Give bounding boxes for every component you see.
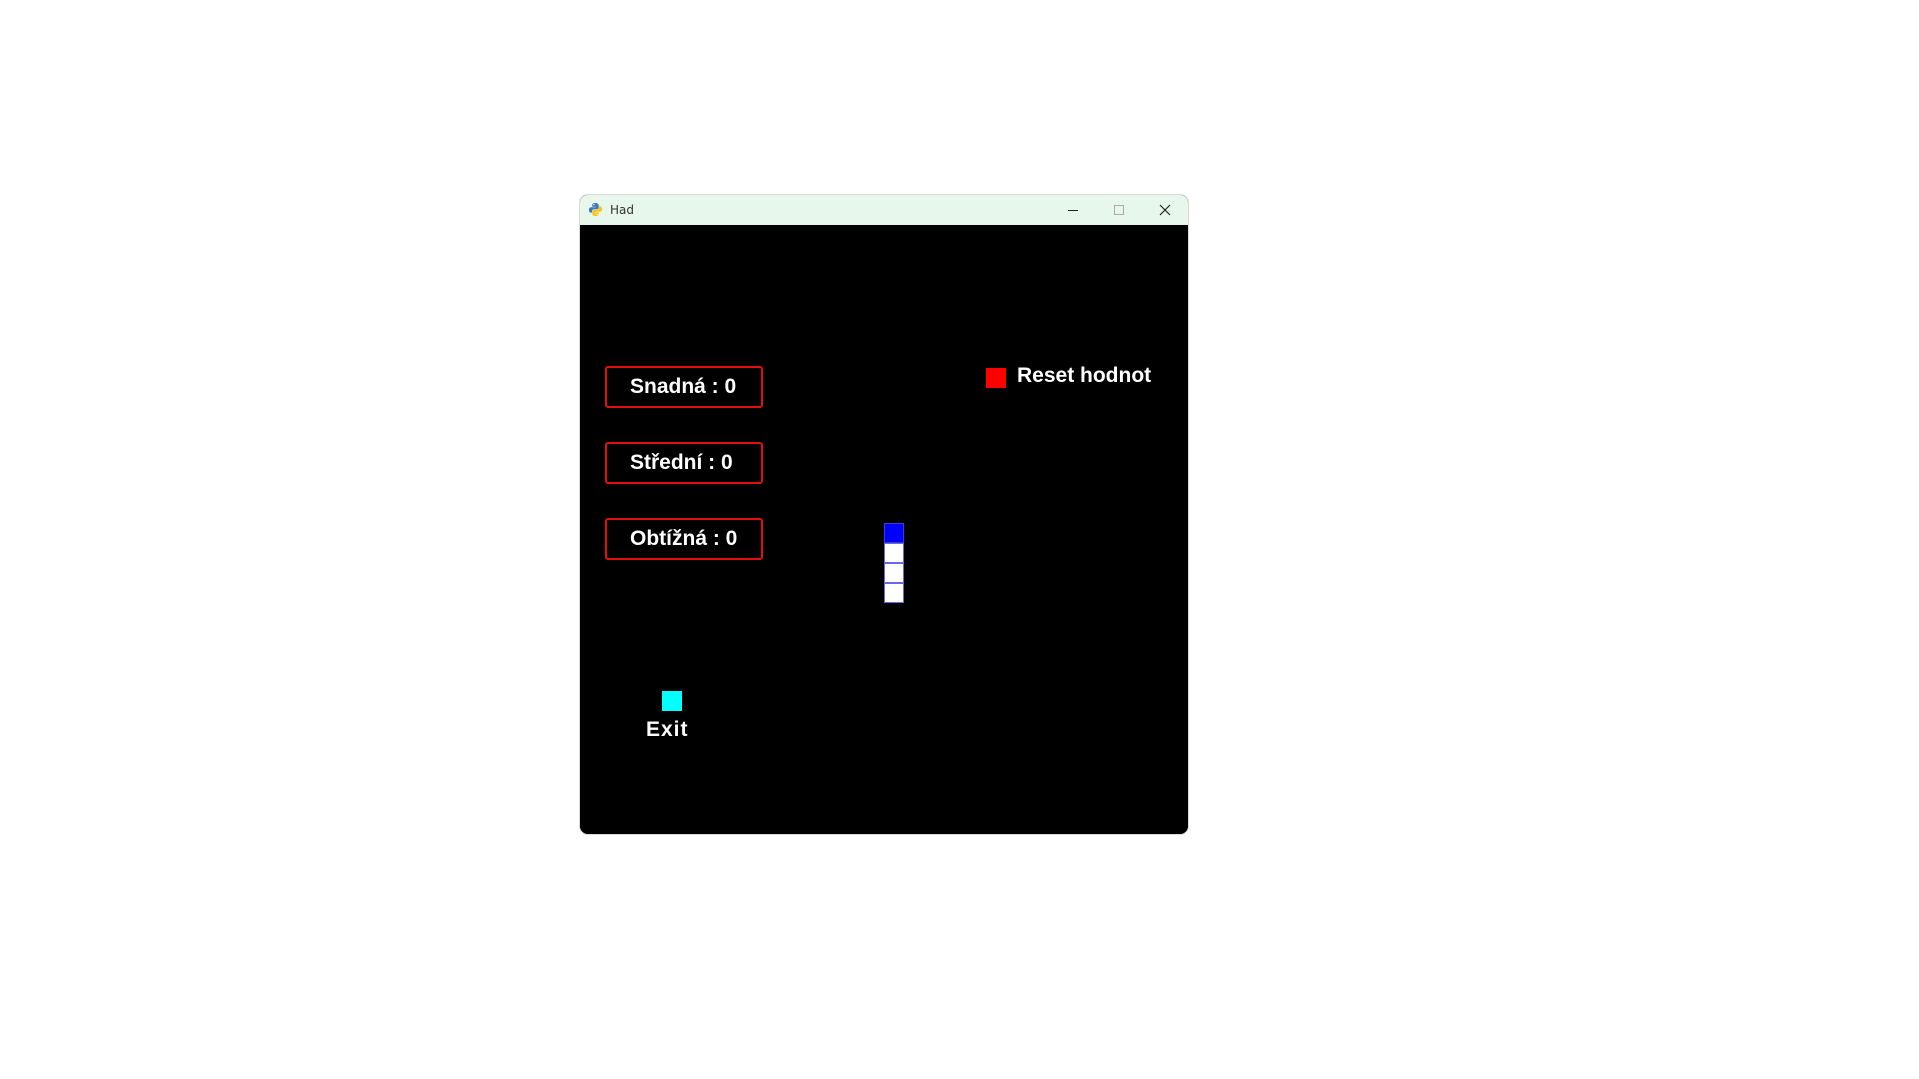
snake-head [884, 523, 904, 543]
game-canvas[interactable]: Snadná : 0 Střední : 0 Obtížná : 0 Reset… [580, 225, 1188, 834]
close-button[interactable] [1142, 195, 1188, 225]
exit-button[interactable] [662, 691, 682, 711]
hard-score-box: Obtížná : 0 [605, 518, 763, 560]
reset-button[interactable] [986, 368, 1006, 388]
minimize-icon [1068, 210, 1078, 211]
medium-score-box: Střední : 0 [605, 442, 763, 484]
snake-body-segment [884, 563, 904, 583]
window-title: Had [610, 203, 634, 217]
easy-score-box: Snadná : 0 [605, 366, 763, 408]
minimize-button[interactable] [1050, 195, 1096, 225]
maximize-icon [1114, 205, 1124, 215]
snake-body-segment [884, 583, 904, 603]
game-window: Had Snadná : 0 Střední : 0 Obtížná : 0 R… [580, 195, 1188, 834]
close-icon [1159, 204, 1171, 216]
exit-label[interactable]: Exit [646, 718, 689, 742]
maximize-button[interactable] [1096, 195, 1142, 225]
title-bar[interactable]: Had [580, 195, 1188, 225]
reset-label[interactable]: Reset hodnot [1017, 364, 1151, 388]
snake-body-segment [884, 543, 904, 563]
python-icon [588, 202, 603, 217]
